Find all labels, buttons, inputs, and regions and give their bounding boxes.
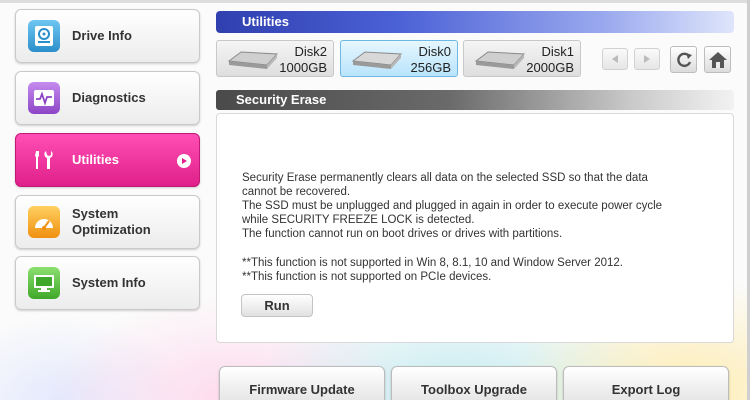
gauge-icon xyxy=(28,206,60,238)
security-erase-panel: Security Erase permanently clears all da… xyxy=(216,113,734,343)
sidebar-item-drive-info[interactable]: Drive Info xyxy=(15,9,200,63)
chevron-right-icon xyxy=(177,154,191,168)
note-line: **This function is not supported on PCIe… xyxy=(242,271,492,283)
computer-icon xyxy=(28,267,60,299)
prev-disk-button[interactable] xyxy=(602,48,628,70)
home-button[interactable] xyxy=(704,46,731,73)
toolbox-upgrade-button[interactable]: Toolbox Upgrade xyxy=(391,366,557,400)
chevron-left-icon xyxy=(612,55,618,63)
disk-name: Disk0 xyxy=(418,44,451,59)
description-line: cannot be recovered. xyxy=(242,186,351,198)
section-title: Security Erase xyxy=(216,90,734,110)
sidebar-item-system-info[interactable]: System Info xyxy=(15,256,200,310)
description-line: The function cannot run on boot drives o… xyxy=(242,228,563,240)
window-top-border xyxy=(0,0,750,3)
disk-name: Disk1 xyxy=(541,44,574,59)
disk-tab-disk2[interactable]: Disk2 1000GB xyxy=(216,40,334,77)
sidebar-item-utilities[interactable]: Utilities xyxy=(15,133,200,187)
sidebar-item-label: Utilities xyxy=(72,152,119,167)
drive-icon xyxy=(28,20,60,52)
disk-tab-disk1[interactable]: Disk1 2000GB xyxy=(463,40,581,77)
run-button[interactable]: Run xyxy=(241,294,313,317)
disk-tab-disk0[interactable]: Disk0 256GB xyxy=(340,40,458,77)
sidebar-item-label: System Info xyxy=(72,275,146,290)
chevron-right-icon xyxy=(644,55,650,63)
note-line: **This function is not supported in Win … xyxy=(242,257,623,269)
ssd-icon xyxy=(227,51,279,69)
disk-name: Disk2 xyxy=(294,44,327,59)
firmware-update-button[interactable]: Firmware Update xyxy=(219,366,385,400)
sidebar-item-system-optimization[interactable]: System Optimization xyxy=(15,195,200,249)
label-line-1: System xyxy=(72,206,119,221)
ssd-icon xyxy=(351,51,403,69)
description-line: while SECURITY FREEZE LOCK is detected. xyxy=(242,214,475,226)
sidebar-item-label: System Optimization xyxy=(72,206,151,238)
refresh-icon xyxy=(676,52,692,67)
next-disk-button[interactable] xyxy=(634,48,660,70)
description-line: Security Erase permanently clears all da… xyxy=(242,172,648,184)
sidebar-item-diagnostics[interactable]: Diagnostics xyxy=(15,71,200,125)
disk-size: 2000GB xyxy=(526,60,574,75)
refresh-button[interactable] xyxy=(670,46,697,73)
description-line: The SSD must be unplugged and plugged in… xyxy=(242,200,663,212)
sidebar-item-label: Drive Info xyxy=(72,28,132,43)
ssd-icon xyxy=(474,51,526,69)
tools-icon xyxy=(28,144,60,176)
export-log-button[interactable]: Export Log xyxy=(563,366,729,400)
page-title: Utilities xyxy=(216,11,734,33)
disk-size: 256GB xyxy=(410,60,451,75)
disk-size: 1000GB xyxy=(279,60,327,75)
label-line-2: Optimization xyxy=(72,222,151,237)
sidebar-item-label: Diagnostics xyxy=(72,90,146,105)
home-icon xyxy=(708,51,727,68)
waveform-icon xyxy=(28,82,60,114)
